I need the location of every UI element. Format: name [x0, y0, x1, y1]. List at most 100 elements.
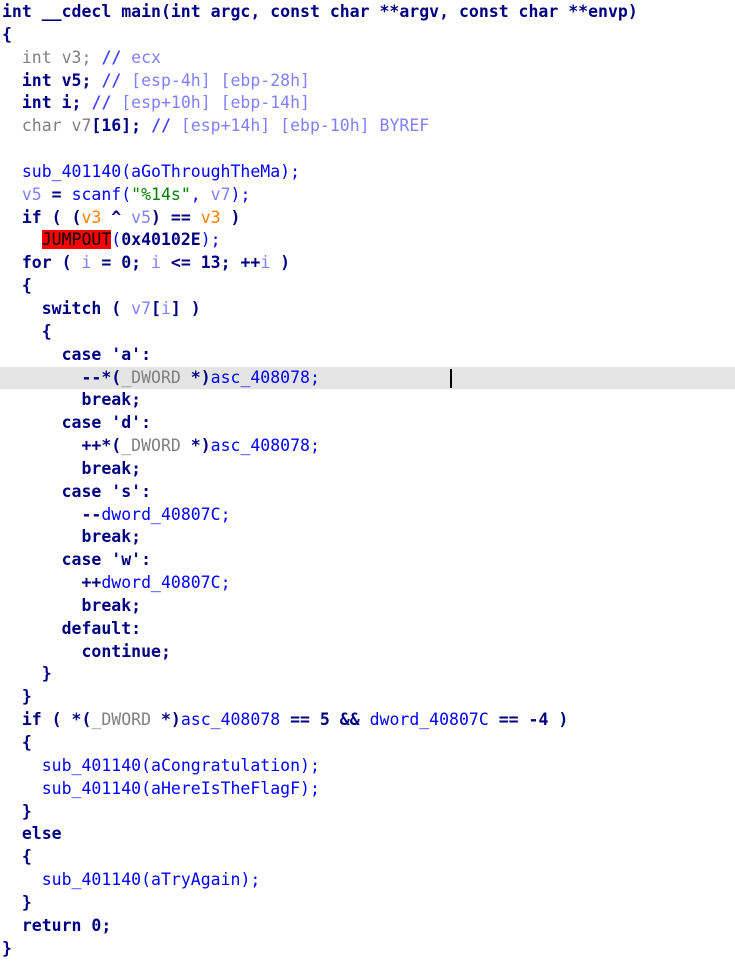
code-line[interactable]: int __cdecl main(int argc, const char **…	[0, 1, 735, 24]
code-token: *)	[190, 367, 211, 387]
code-line[interactable]: }	[0, 686, 735, 709]
code-token: )	[220, 207, 241, 227]
code-line[interactable]: case 's':	[0, 481, 735, 504]
code-token: {	[2, 733, 32, 752]
code-line[interactable]: sub_401140(aHereIsTheFlagF);	[0, 778, 735, 801]
code-token: }	[2, 664, 52, 684]
code-token: *)	[190, 436, 211, 456]
code-token: "%14s"	[131, 184, 191, 204]
code-line[interactable]: {	[0, 732, 735, 755]
code-token: );	[280, 161, 301, 181]
code-line[interactable]: switch ( v7[i] )	[0, 298, 735, 321]
code-line[interactable]: {	[0, 24, 735, 47]
code-line[interactable]: ++dword_40807C;	[0, 572, 735, 595]
code-token: 's'	[111, 481, 142, 501]
code-line[interactable]: JUMPOUT(0x40102E);	[0, 229, 735, 252]
code-token: (	[121, 161, 132, 181]
code-line[interactable]: ++*(_DWORD *)asc_408078;	[0, 435, 735, 458]
code-token: break;	[2, 458, 142, 478]
code-line[interactable]: {	[0, 321, 735, 344]
code-line[interactable]: break;	[0, 595, 735, 618]
code-line[interactable]: continue;	[0, 641, 735, 664]
code-line[interactable]: case 'd':	[0, 412, 735, 435]
code-token: (	[141, 755, 152, 775]
code-line[interactable]: return 0;	[0, 915, 735, 938]
code-line-current[interactable]: --*(_DWORD *)asc_408078;	[0, 366, 735, 390]
code-line[interactable]: else	[0, 823, 735, 846]
code-token: v7	[210, 184, 231, 204]
code-token: ++*(	[2, 436, 122, 456]
code-token: break;	[2, 527, 142, 547]
code-token: :	[141, 481, 152, 501]
code-token: dword_40807C	[369, 710, 489, 730]
code-token: asc_408078	[210, 367, 310, 387]
code-line[interactable]: if ( *(_DWORD *)asc_408078 == 5 && dword…	[0, 709, 735, 732]
code-token: {	[2, 24, 12, 44]
code-token: sub_401140	[41, 778, 142, 798]
code-line[interactable]: {	[0, 275, 735, 298]
code-token: (	[141, 778, 152, 798]
pseudocode-view[interactable]: int __cdecl main(int argc, const char **…	[0, 0, 735, 975]
code-line[interactable]: sub_401140(aCongratulation);	[0, 755, 735, 778]
code-line[interactable]: }	[0, 938, 735, 961]
code-line[interactable]: break;	[0, 526, 735, 549]
code-token: //	[101, 70, 122, 90]
code-line[interactable]: }	[0, 892, 735, 915]
code-token: ;	[309, 367, 320, 387]
code-line[interactable]: v5 = scanf("%14s", v7);	[0, 184, 735, 207]
code-token: case	[2, 413, 112, 433]
code-token: for (	[2, 253, 82, 273]
code-line[interactable]: char v7[16]; // [esp+14h] [ebp-10h] BYRE…	[0, 115, 735, 138]
code-token: case	[2, 344, 112, 364]
code-token: );	[240, 870, 261, 890]
code-line[interactable]: case 'w':	[0, 549, 735, 572]
code-token: asc_408078	[180, 710, 281, 730]
code-token: aHereIsTheFlagF	[151, 778, 301, 798]
code-line[interactable]: sub_401140(aTryAgain);	[0, 869, 735, 892]
code-token: :	[141, 413, 152, 433]
code-token: break;	[2, 390, 142, 410]
code-line[interactable]: sub_401140(aGoThroughTheMa);	[0, 161, 735, 184]
code-line[interactable]: break;	[0, 458, 735, 481]
code-line[interactable]: default:	[0, 618, 735, 641]
code-token: 0x40102E	[121, 230, 201, 250]
code-token: aTryAgain	[151, 870, 241, 890]
code-line[interactable]	[0, 138, 735, 161]
code-token: char v7	[21, 116, 92, 136]
code-token: case	[2, 550, 112, 570]
code-token: :	[141, 550, 152, 570]
code-line[interactable]: int i; // [esp+10h] [ebp-14h]	[0, 92, 735, 115]
code-line[interactable]: for ( i = 0; i <= 13; ++i )	[0, 252, 735, 275]
code-token: (	[111, 230, 122, 250]
code-listing[interactable]: int __cdecl main(int argc, const char **…	[0, 1, 735, 960]
code-token: (	[141, 870, 152, 890]
code-token: (	[121, 184, 132, 204]
code-token: case	[2, 481, 112, 501]
code-token: {	[2, 321, 52, 341]
code-line[interactable]: int v3; // ecx	[0, 47, 735, 70]
code-line[interactable]: case 'a':	[0, 344, 735, 367]
code-line[interactable]: int v5; // [esp-4h] [ebp-28h]	[0, 70, 735, 93]
code-line[interactable]: break;	[0, 389, 735, 412]
code-line[interactable]: }	[0, 663, 735, 686]
code-line[interactable]: {	[0, 846, 735, 869]
code-token: = 0;	[91, 253, 152, 273]
code-token: switch (	[2, 298, 132, 318]
code-token: i	[260, 253, 271, 273]
code-line[interactable]: }	[0, 801, 735, 824]
code-token: );	[300, 778, 320, 798]
code-line[interactable]: --dword_40807C;	[0, 504, 735, 527]
code-token: scanf	[71, 184, 122, 204]
code-token: v5	[21, 184, 42, 204]
code-token[interactable]: JUMPOUT	[41, 230, 112, 250]
code-line[interactable]: if ( (v3 ^ v5) == v3 )	[0, 207, 735, 230]
code-token: sub_401140	[21, 161, 122, 181]
code-token: == 5 &&	[280, 710, 370, 730]
code-token: break;	[2, 595, 142, 615]
